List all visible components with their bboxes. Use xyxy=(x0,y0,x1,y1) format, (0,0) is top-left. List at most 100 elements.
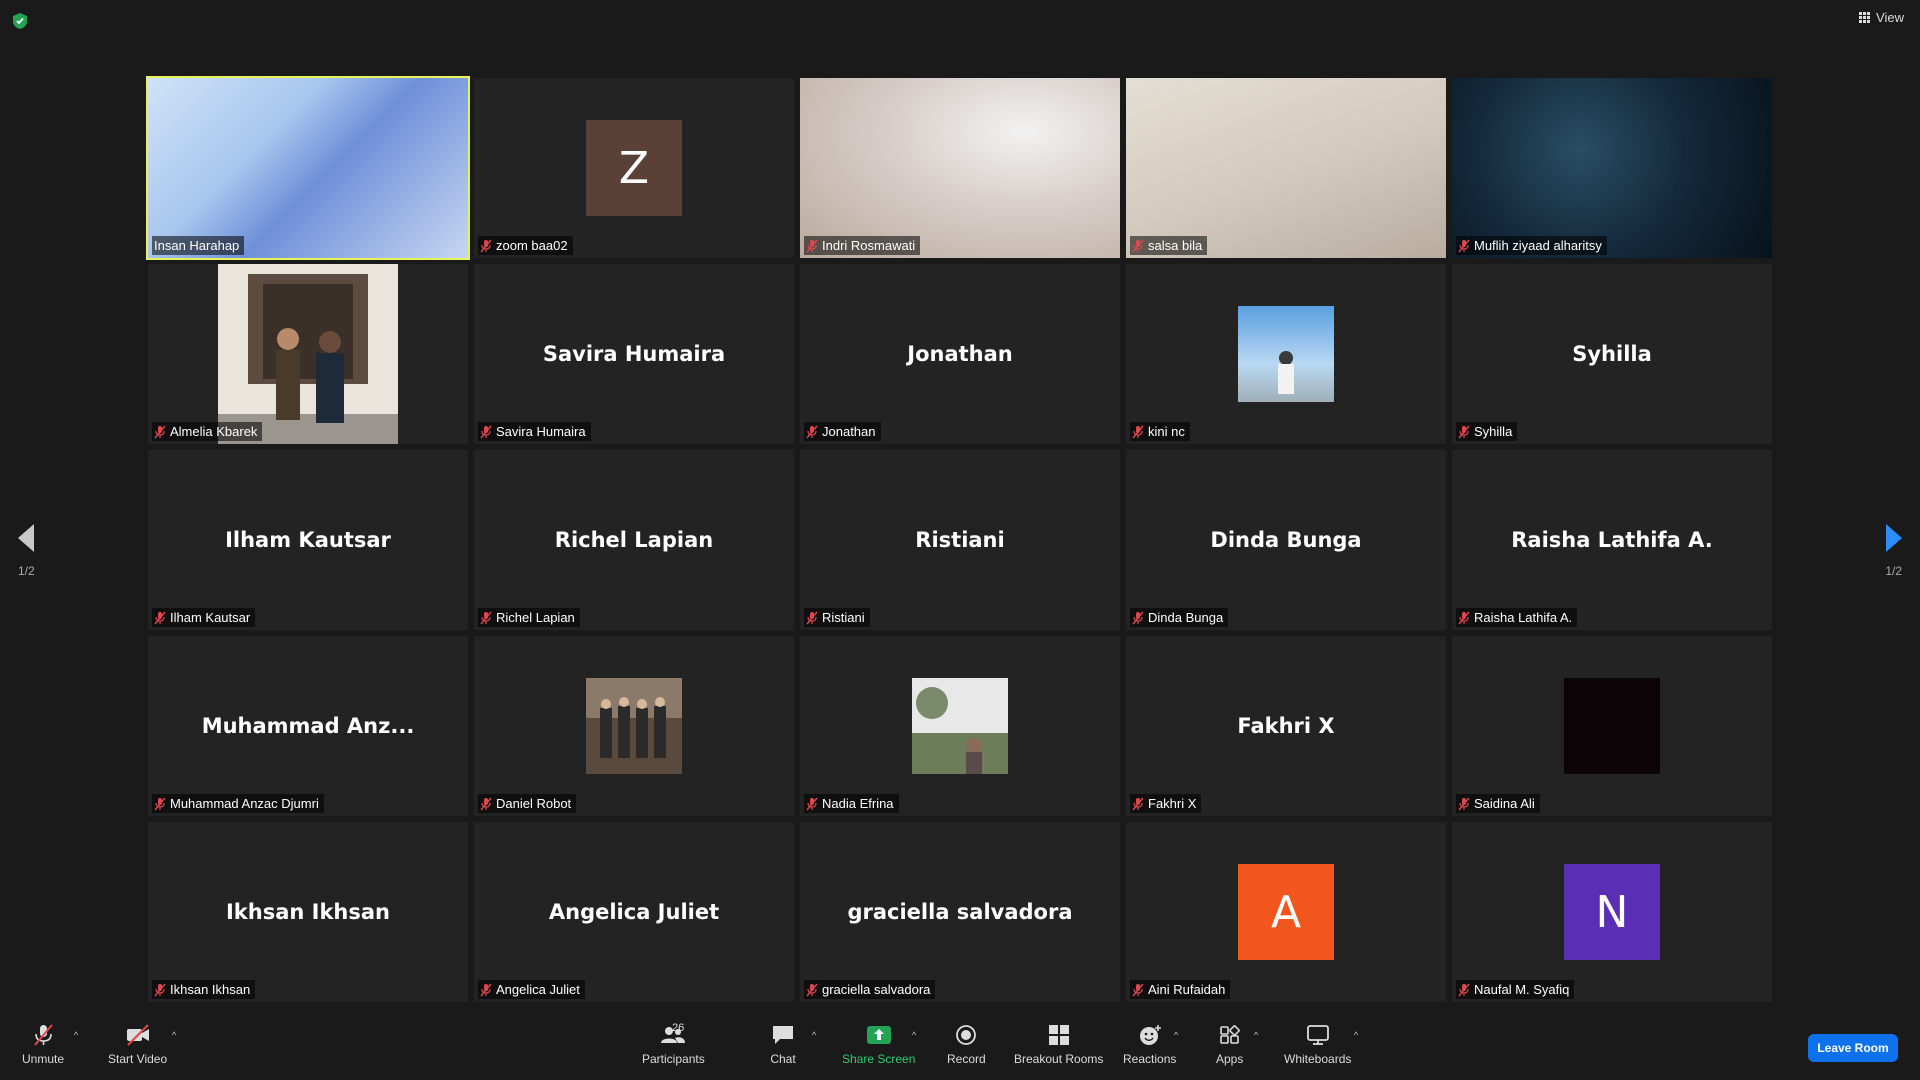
participant-tile[interactable]: Zzoom baa02 xyxy=(474,78,794,258)
view-label: View xyxy=(1876,10,1904,25)
leave-room-button[interactable]: Leave Room xyxy=(1808,1034,1898,1062)
participant-tile[interactable]: graciella salvadora graciella salvadora xyxy=(800,822,1120,1002)
participant-tile[interactable]: Almelia Kbarek xyxy=(148,264,468,444)
reactions-icon xyxy=(1139,1025,1161,1045)
participant-nameplate: salsa bila xyxy=(1130,236,1208,255)
participant-nameplate: Almelia Kbarek xyxy=(152,422,263,441)
participant-nameplate: Raisha Lathifa A. xyxy=(1456,608,1578,627)
reactions-options-caret[interactable]: ^ xyxy=(1174,1030,1178,1040)
audio-options-caret[interactable]: ^ xyxy=(74,1030,78,1040)
share-options-caret[interactable]: ^ xyxy=(912,1030,916,1040)
participant-tile[interactable]: Jonathan Jonathan xyxy=(800,264,1120,444)
participants-button[interactable]: 26 Participants xyxy=(642,1022,705,1066)
participant-tile[interactable]: salsa bila xyxy=(1126,78,1446,258)
reactions-label: Reactions xyxy=(1123,1052,1177,1066)
participant-tile[interactable]: Dinda Bunga Dinda Bunga xyxy=(1126,450,1446,630)
participant-display-name: Savira Humaira xyxy=(542,342,726,366)
reactions-button[interactable]: Reactions xyxy=(1123,1024,1176,1066)
participant-tile[interactable]: Angelica Juliet Angelica Juliet xyxy=(474,822,794,1002)
share-screen-button[interactable]: Share Screen xyxy=(842,1024,915,1066)
participant-name: graciella salvadora xyxy=(822,982,931,997)
breakout-rooms-button[interactable]: Breakout Rooms xyxy=(1014,1024,1103,1066)
mic-muted-icon xyxy=(480,983,492,996)
participant-name: Naufal M. Syafiq xyxy=(1474,982,1570,997)
mic-muted-icon xyxy=(1458,611,1470,624)
video-options-caret[interactable]: ^ xyxy=(172,1030,176,1040)
participant-tile[interactable]: Indri Rosmawati xyxy=(800,78,1120,258)
participant-video xyxy=(1452,78,1772,258)
security-shield-icon[interactable] xyxy=(12,12,28,30)
participant-nameplate: Ristiani xyxy=(804,608,870,627)
participant-tile[interactable]: Raisha Lathifa A. Raisha Lathifa A. xyxy=(1452,450,1772,630)
mic-muted-icon xyxy=(1458,983,1470,996)
start-video-label: Start Video xyxy=(108,1052,168,1066)
mic-muted-icon xyxy=(1132,797,1144,810)
mic-muted-icon xyxy=(1132,983,1144,996)
whiteboards-button[interactable]: Whiteboards xyxy=(1284,1024,1351,1066)
participant-name: Syhilla xyxy=(1474,424,1513,439)
participant-name: Muhammad Anzac Djumri xyxy=(170,796,319,811)
mic-muted-icon xyxy=(480,611,492,624)
mic-muted-icon xyxy=(480,425,492,438)
view-button[interactable]: View xyxy=(1859,10,1904,25)
grid-view-icon xyxy=(1859,12,1871,23)
participant-tile[interactable]: kini nc xyxy=(1126,264,1446,444)
participant-tile[interactable]: Ikhsan Ikhsan Ikhsan Ikhsan xyxy=(148,822,468,1002)
next-page-button[interactable]: 1/2 xyxy=(1885,524,1902,578)
participant-tile[interactable]: Saidina Ali xyxy=(1452,636,1772,816)
participant-name: Ilham Kautsar xyxy=(170,610,251,625)
participant-display-name: graciella salvadora xyxy=(847,900,1073,924)
participant-display-name: Dinda Bunga xyxy=(1210,528,1362,552)
participant-name: Savira Humaira xyxy=(496,424,586,439)
participant-tile[interactable]: Savira Humaira Savira Humaira xyxy=(474,264,794,444)
previous-page-button[interactable]: 1/2 xyxy=(18,524,35,578)
share-screen-label: Share Screen xyxy=(842,1052,916,1066)
apps-icon xyxy=(1219,1025,1240,1044)
participant-name: Almelia Kbarek xyxy=(170,424,258,439)
participant-tile[interactable]: N Naufal M. Syafiq xyxy=(1452,822,1772,1002)
participant-name: Angelica Juliet xyxy=(496,982,580,997)
participant-tile[interactable]: Syhilla Syhilla xyxy=(1452,264,1772,444)
record-button[interactable]: Record xyxy=(947,1024,986,1066)
participant-name: Nadia Efrina xyxy=(822,796,894,811)
participant-name: Indri Rosmawati xyxy=(822,238,916,253)
participant-tile[interactable]: Ilham Kautsar Ilham Kautsar xyxy=(148,450,468,630)
participant-tile[interactable]: A Aini Rufaidah xyxy=(1126,822,1446,1002)
chat-icon xyxy=(773,1026,793,1044)
participant-tile[interactable]: Nadia Efrina xyxy=(800,636,1120,816)
whiteboards-label: Whiteboards xyxy=(1284,1052,1352,1066)
chat-label: Chat xyxy=(770,1052,796,1066)
participant-display-name: Ilham Kautsar xyxy=(225,528,391,552)
participant-tile[interactable]: Muflih ziyaad alharitsy xyxy=(1452,78,1772,258)
participant-display-name: Muhammad Anz... xyxy=(201,714,415,738)
apps-button[interactable]: Apps xyxy=(1216,1024,1243,1066)
apps-options-caret[interactable]: ^ xyxy=(1254,1030,1258,1040)
participant-tile[interactable]: Insan Harahap xyxy=(146,76,470,260)
participant-tile[interactable]: Ristiani Ristiani xyxy=(800,450,1120,630)
participant-display-name: Jonathan xyxy=(907,342,1013,366)
chat-options-caret[interactable]: ^ xyxy=(812,1030,816,1040)
share-screen-icon xyxy=(866,1026,891,1044)
participant-video xyxy=(148,78,468,258)
whiteboard-icon xyxy=(1306,1025,1329,1045)
participant-tile[interactable]: Daniel Robot xyxy=(474,636,794,816)
breakout-rooms-icon xyxy=(1048,1025,1069,1045)
participant-name: kini nc xyxy=(1148,424,1185,439)
participants-label: Participants xyxy=(642,1052,705,1066)
mic-muted-icon xyxy=(154,983,166,996)
participant-tile[interactable]: Richel Lapian Richel Lapian xyxy=(474,450,794,630)
participant-nameplate: Dinda Bunga xyxy=(1130,608,1229,627)
unmute-button[interactable]: Unmute xyxy=(22,1024,64,1066)
profile-photo xyxy=(1238,306,1334,402)
mic-muted-icon xyxy=(1132,239,1144,252)
participant-name: Ristiani xyxy=(822,610,865,625)
whiteboards-options-caret[interactable]: ^ xyxy=(1354,1030,1358,1040)
start-video-button[interactable]: Start Video xyxy=(108,1024,167,1066)
participant-tile[interactable]: Muhammad Anz... Muhammad Anzac Djumri xyxy=(148,636,468,816)
participant-video xyxy=(800,78,1120,258)
participant-nameplate: zoom baa02 xyxy=(478,236,573,255)
video-off-icon xyxy=(126,1024,149,1046)
participant-tile[interactable]: Fakhri X Fakhri X xyxy=(1126,636,1446,816)
chat-button[interactable]: Chat xyxy=(770,1024,796,1066)
avatar: N xyxy=(1564,864,1660,960)
